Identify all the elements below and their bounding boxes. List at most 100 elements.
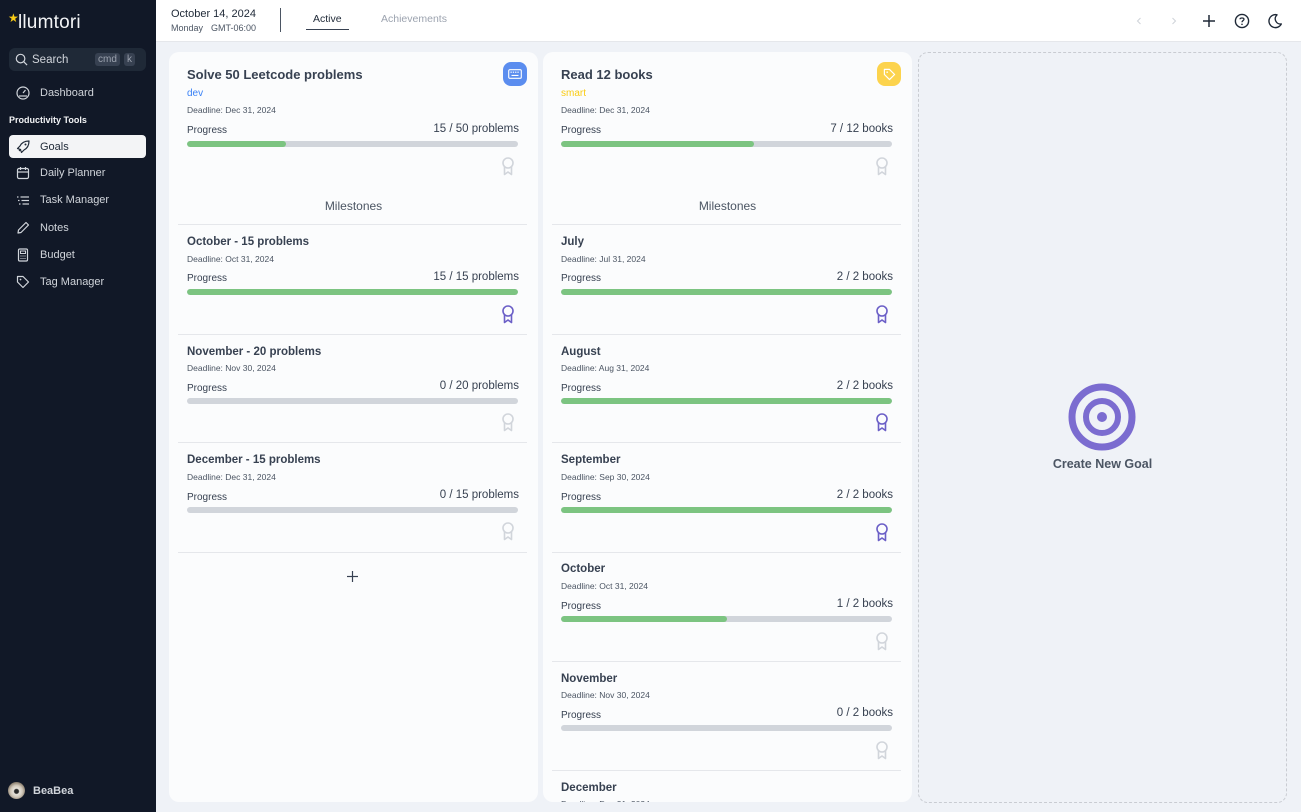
weekday: Monday: [171, 23, 204, 33]
tag-icon: [883, 68, 895, 80]
goal-card[interactable]: Read 12 books smart Deadline: Dec 31, 20…: [543, 52, 912, 802]
help-icon[interactable]: [1232, 11, 1252, 31]
award-icon: [501, 157, 515, 176]
chevron-right-icon[interactable]: [1164, 11, 1184, 31]
milestone-title: November: [561, 673, 618, 685]
progress-value: 2 / 2 books: [836, 489, 893, 501]
sidebar-item-budget[interactable]: Budget: [9, 243, 146, 266]
plus-icon[interactable]: [1199, 11, 1219, 31]
star-icon: ★: [8, 11, 19, 25]
keyboard-icon: [508, 69, 522, 79]
progress-fill: [561, 289, 892, 295]
progress-label: Progress: [561, 383, 602, 394]
sidebar-item-label: Budget: [40, 248, 75, 261]
progress-bar: [187, 141, 518, 147]
list-icon: [15, 192, 31, 208]
moon-icon[interactable]: [1265, 11, 1285, 31]
progress-bar: [561, 507, 892, 513]
progress-label: Progress: [187, 492, 228, 503]
sidebar-item-tag-manager[interactable]: Tag Manager: [9, 270, 146, 293]
progress-label: Progress: [187, 273, 228, 284]
divider: [178, 552, 527, 553]
milestone-deadline: Deadline: Jul 31, 2024: [561, 254, 646, 264]
app-logo[interactable]: ★ llumtori: [8, 11, 81, 34]
progress-bar: [187, 289, 518, 295]
sidebar-item-label: Tag Manager: [40, 275, 105, 288]
divider: [552, 661, 901, 662]
search-icon: [15, 53, 28, 66]
goal-tag[interactable]: smart: [561, 88, 586, 99]
progress-value: 2 / 2 books: [836, 380, 893, 392]
progress-fill: [561, 616, 727, 622]
search-button[interactable]: Search cmd k: [9, 48, 146, 71]
progress-label: Progress: [561, 710, 602, 721]
divider: [552, 770, 901, 771]
app-name: llumtori: [17, 12, 81, 33]
target-icon: [1068, 383, 1136, 451]
progress-bar: [561, 616, 892, 622]
progress-label: Progress: [561, 273, 602, 284]
sidebar-item-label: Notes: [40, 221, 69, 234]
progress-value: 7 / 12 books: [830, 123, 893, 135]
goal-badge[interactable]: [503, 62, 527, 86]
goal-tag[interactable]: dev: [187, 88, 203, 99]
calculator-icon: [15, 247, 31, 263]
user-profile[interactable]: BeaBea: [8, 782, 73, 799]
goal-deadline: Deadline: Dec 31, 2024: [187, 105, 276, 115]
shortcut-key-k: k: [124, 53, 135, 66]
timezone: GMT-06:00: [211, 23, 257, 33]
dashboard-gauge-icon: [15, 85, 31, 101]
create-new-goal-label: Create New Goal: [1052, 457, 1153, 471]
milestone-title: December: [561, 782, 617, 794]
award-icon: [875, 523, 889, 542]
sidebar-item-task-manager[interactable]: Task Manager: [9, 188, 146, 211]
section-label-productivity: Productivity Tools: [9, 115, 87, 125]
progress-label: Progress: [561, 601, 602, 612]
progress-value: 2 / 2 books: [836, 271, 893, 283]
milestone-deadline: Deadline: Sep 30, 2024: [561, 472, 650, 482]
sidebar-item-label: Dashboard: [40, 86, 94, 99]
sidebar-item-notes[interactable]: Notes: [9, 216, 146, 239]
milestones-heading: Milestones: [324, 199, 383, 213]
award-icon: [875, 157, 889, 176]
top-header: October 14, 2024 Monday GMT-06:00 Active …: [156, 0, 1301, 42]
milestone-title: November - 20 problems: [187, 346, 322, 358]
sidebar-item-label: Task Manager: [40, 193, 110, 206]
tab-achievements[interactable]: Achievements: [381, 13, 447, 25]
milestone-title: July: [561, 236, 585, 248]
sidebar-item-dashboard[interactable]: Dashboard: [9, 81, 146, 104]
milestone-deadline: Deadline: Nov 30, 2024: [561, 690, 650, 700]
progress-fill: [187, 141, 287, 147]
progress-fill: [561, 141, 755, 147]
milestone-title: December - 15 problems: [187, 454, 321, 466]
divider: [552, 224, 901, 225]
progress-bar: [561, 398, 892, 404]
progress-value: 1 / 2 books: [836, 598, 893, 610]
divider: [178, 442, 527, 443]
add-milestone-button[interactable]: [344, 568, 360, 584]
sidebar-item-label: Goals: [40, 140, 69, 153]
tab-active[interactable]: Active: [306, 13, 349, 30]
pencil-icon: [15, 220, 31, 236]
progress-fill: [187, 289, 518, 295]
award-icon: [501, 522, 515, 541]
milestone-title: September: [561, 454, 621, 466]
sidebar-item-daily-planner[interactable]: Daily Planner: [9, 161, 146, 184]
progress-bar: [187, 507, 518, 513]
award-icon: [501, 413, 515, 432]
user-name: BeaBea: [33, 784, 74, 797]
goal-badge[interactable]: [877, 62, 901, 86]
progress-value: 0 / 15 problems: [439, 489, 519, 501]
chevron-left-icon[interactable]: [1129, 11, 1149, 31]
sidebar-item-goals[interactable]: Goals: [9, 135, 146, 158]
header-divider: [280, 8, 281, 32]
progress-label: Progress: [561, 492, 602, 503]
create-new-goal-button[interactable]: Create New Goal: [918, 52, 1287, 803]
progress-value: 15 / 15 problems: [433, 271, 519, 283]
award-icon: [501, 305, 515, 324]
goal-card[interactable]: Solve 50 Leetcode problems dev Deadline:…: [169, 52, 538, 802]
tag-icon: [15, 274, 31, 290]
calendar-icon: [15, 165, 31, 181]
divider: [178, 224, 527, 225]
current-date: October 14, 2024: [171, 8, 257, 20]
